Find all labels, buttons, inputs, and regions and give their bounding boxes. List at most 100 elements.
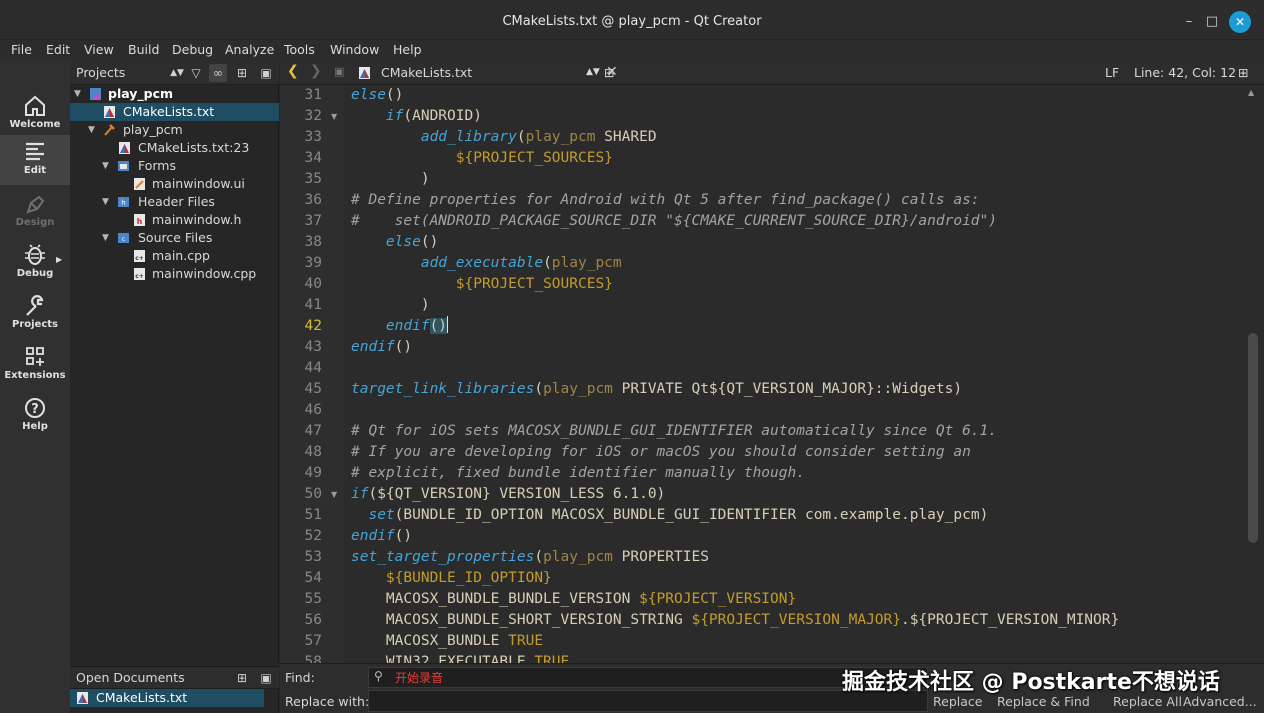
mode-help[interactable]: ? Help — [0, 391, 70, 441]
menu-edit[interactable]: Edit — [46, 40, 70, 61]
close-panel-icon[interactable]: ▣ — [257, 669, 275, 687]
hammer-icon — [104, 124, 115, 136]
cmake-file-icon — [104, 106, 115, 118]
fold-marker-icon[interactable]: ▼ — [331, 106, 337, 127]
tree-item[interactable]: ▼ Forms — [70, 157, 279, 175]
code-line[interactable]: set_target_properties(play_pcm PROPERTIE… — [351, 547, 709, 568]
forward-icon[interactable]: ❯ — [310, 63, 322, 79]
tree-item[interactable]: ▼ c Source Files — [70, 229, 279, 247]
menu-window[interactable]: Window — [330, 40, 379, 61]
tree-item[interactable]: h mainwindow.h — [70, 211, 279, 229]
line-number: 37 — [304, 213, 322, 229]
back-icon[interactable]: ❮ — [287, 63, 299, 79]
current-file-select[interactable]: CMakeLists.txt — [381, 65, 472, 80]
tree-item[interactable]: mainwindow.ui — [70, 175, 279, 193]
close-icon[interactable]: ✕ — [1229, 11, 1251, 33]
code-line[interactable]: WIN32_EXECUTABLE TRUE — [351, 652, 569, 663]
mode-help-label: Help — [22, 421, 48, 432]
line-number: 42 — [304, 318, 322, 334]
help-icon: ? — [25, 398, 45, 418]
minimize-icon[interactable]: – — [1178, 11, 1200, 33]
mode-debug-label: Debug — [16, 268, 54, 279]
recording-text: 开始录音 — [395, 671, 444, 685]
code-line[interactable]: MACOSX_BUNDLE_SHORT_VERSION_STRING ${PRO… — [351, 610, 1119, 631]
mode-design[interactable]: Design — [0, 187, 70, 237]
view-select-arrows-icon[interactable]: ▲▼ — [168, 64, 186, 82]
menu-help[interactable]: Help — [393, 40, 422, 61]
tree-item[interactable]: ▼ play_pcm — [70, 85, 279, 103]
code-line[interactable]: if(${QT_VERSION} VERSION_LESS 6.1.0) — [351, 484, 665, 505]
split-editor-icon[interactable]: ⊞ — [1238, 65, 1248, 80]
code-editor[interactable]: 31 32 ▼ 33 34 35 36 37 38 39 40 41 42 43 44 45 46 47 48 49 5… — [280, 85, 1264, 663]
code-line[interactable]: add_library(play_pcm SHARED — [351, 127, 657, 148]
line-number: 57 — [304, 633, 322, 649]
tree-item[interactable]: ▼ h Header Files — [70, 193, 279, 211]
mode-welcome[interactable]: Welcome — [0, 89, 70, 139]
menu-debug[interactable]: Debug — [172, 40, 213, 61]
maximize-icon[interactable]: □ — [1201, 11, 1223, 33]
line-number: 54 — [304, 570, 322, 586]
replace-button[interactable]: Replace — [933, 694, 982, 709]
tree-item[interactable]: c+ main.cpp — [70, 247, 279, 265]
code-line[interactable]: # If you are developing for iOS or macOS… — [351, 442, 971, 463]
menu-analyze[interactable]: Analyze — [225, 40, 274, 61]
cursor-position[interactable]: Line: 42, Col: 12 — [1134, 65, 1236, 80]
projects-panel-header: Projects ▲▼ ▽ ∞ ⊞ ▣ — [70, 61, 279, 85]
split-icon[interactable]: ⊞ — [233, 64, 251, 82]
editor-scrollbar[interactable]: ▲ — [1244, 85, 1262, 663]
fold-marker-icon[interactable]: ▼ — [331, 484, 337, 505]
mode-edit[interactable]: Edit — [0, 135, 70, 185]
line-ending[interactable]: LF — [1105, 65, 1119, 80]
code-line[interactable]: # set(ANDROID_PACKAGE_SOURCE_DIR "${CMAK… — [351, 211, 997, 232]
code-line[interactable]: MACOSX_BUNDLE_BUNDLE_VERSION ${PROJECT_V… — [351, 589, 796, 610]
tree-item[interactable]: CMakeLists.txt:23 — [70, 139, 279, 157]
scrollbar-thumb[interactable] — [1248, 333, 1258, 543]
close-file-icon[interactable]: ✕ — [606, 64, 618, 80]
code-line[interactable]: if(ANDROID) — [351, 106, 482, 127]
code-line[interactable]: endif() — [351, 337, 412, 358]
file-select-arrows-icon[interactable]: ▲▼ — [586, 67, 600, 77]
code-line[interactable]: endif() — [351, 316, 449, 337]
scroll-up-icon[interactable]: ▲ — [1248, 88, 1254, 97]
code-line[interactable]: MACOSX_BUNDLE TRUE — [351, 631, 543, 652]
menu-view[interactable]: View — [84, 40, 114, 61]
code-line[interactable]: add_executable(play_pcm — [351, 253, 622, 274]
svg-text:?: ? — [31, 402, 39, 417]
open-document-item[interactable]: CMakeLists.txt — [70, 689, 264, 707]
menu-tools[interactable]: Tools — [284, 40, 315, 61]
code-line[interactable]: ) — [351, 295, 430, 316]
tree-item[interactable]: c+ mainwindow.cpp — [70, 265, 279, 283]
ui-file-icon — [134, 178, 145, 190]
code-line[interactable]: ${PROJECT_SOURCES} — [351, 274, 613, 295]
menu-file[interactable]: File — [11, 40, 32, 61]
code-line[interactable]: set(BUNDLE_ID_OPTION MACOSX_BUNDLE_GUI_I… — [351, 505, 988, 526]
tree-item[interactable]: ▼ play_pcm — [70, 121, 279, 139]
cpp-file-icon: c+ — [134, 250, 145, 262]
link-icon[interactable]: ∞ — [209, 64, 227, 82]
projects-view-select[interactable]: Projects — [76, 65, 125, 80]
find-label: Find: — [285, 670, 315, 685]
code-line[interactable]: ) — [351, 169, 430, 190]
code-line[interactable]: else() — [351, 85, 403, 106]
split-icon[interactable]: ⊞ — [233, 669, 251, 687]
code-line[interactable]: endif() — [351, 526, 412, 547]
code-line[interactable]: else() — [351, 232, 438, 253]
replace-find-button[interactable]: Replace & Find — [997, 694, 1090, 709]
code-line[interactable]: target_link_libraries(play_pcm PRIVATE Q… — [351, 379, 962, 400]
advanced-button[interactable]: Advanced... — [1183, 694, 1257, 709]
menu-build[interactable]: Build — [128, 40, 159, 61]
mode-debug[interactable]: Debug ▶ — [0, 238, 70, 288]
mode-projects[interactable]: Projects — [0, 289, 70, 339]
code-line[interactable]: # Qt for iOS sets MACOSX_BUNDLE_GUI_IDEN… — [351, 421, 997, 442]
code-line[interactable]: ${PROJECT_SOURCES} — [351, 148, 613, 169]
code-line[interactable]: ${BUNDLE_ID_OPTION} — [351, 568, 552, 589]
code-line[interactable]: # explicit, fixed bundle identifier manu… — [351, 463, 805, 484]
filter-icon[interactable]: ▽ — [187, 64, 205, 82]
replace-all-button[interactable]: Replace All — [1113, 694, 1182, 709]
mode-extensions[interactable]: Extensions — [0, 340, 70, 390]
close-panel-icon[interactable]: ▣ — [257, 64, 275, 82]
search-icon[interactable]: ⚲ — [374, 669, 383, 683]
debug-expand-arrow-icon[interactable]: ▶ — [56, 255, 62, 264]
code-line[interactable]: # Define properties for Android with Qt … — [351, 190, 980, 211]
tree-item[interactable]: CMakeLists.txt — [70, 103, 279, 121]
